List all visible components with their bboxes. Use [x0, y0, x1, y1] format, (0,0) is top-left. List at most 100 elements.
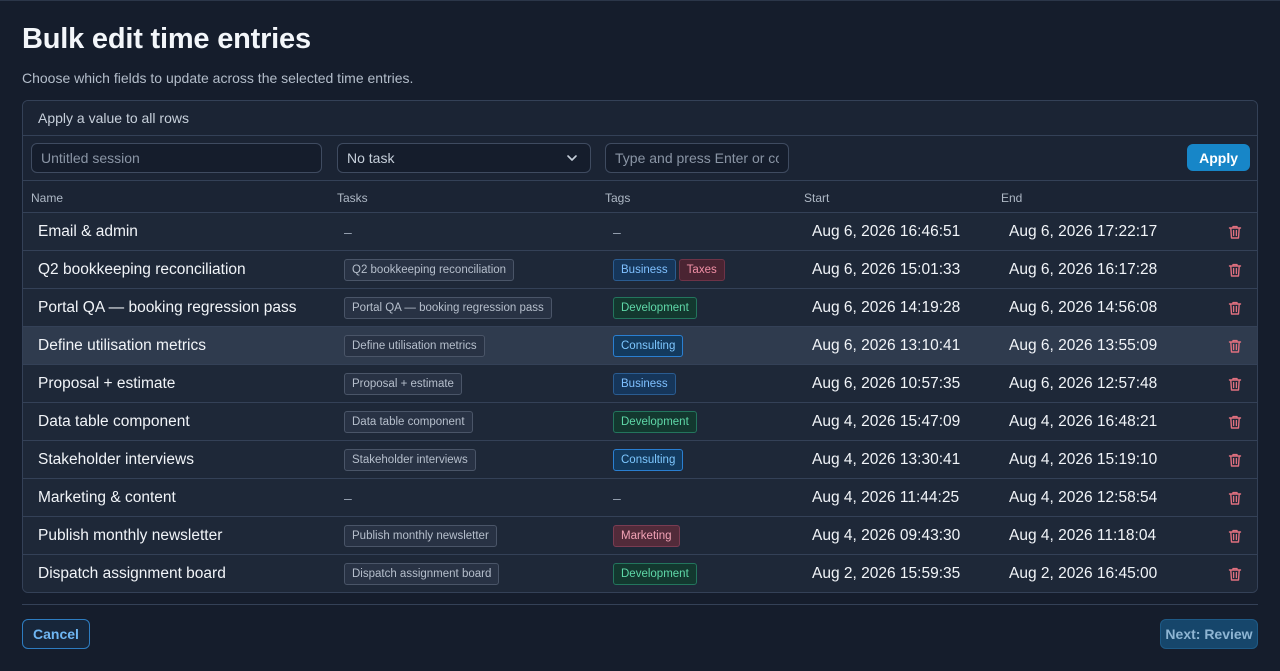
table-row[interactable]: Marketing & content – – Aug 4, 2026 11:44:2…	[23, 479, 1257, 517]
table-row[interactable]: Define utilisation metrics Define utilisa…	[23, 327, 1257, 365]
task-select[interactable]: No task	[337, 143, 591, 173]
delete-row-button[interactable]	[1227, 213, 1243, 250]
row-tags: Development	[613, 289, 697, 326]
delete-row-button[interactable]	[1227, 327, 1243, 364]
trash-icon	[1228, 225, 1242, 239]
row-start-time: Aug 6, 2026 16:46:51	[812, 222, 961, 240]
row-task: Stakeholder interviews	[344, 441, 476, 478]
column-header-name: Name	[31, 191, 64, 205]
tag-badge: Taxes	[678, 258, 725, 281]
row-start-time: Aug 6, 2026 13:10:41	[812, 336, 961, 354]
row-tags: Business	[613, 365, 676, 402]
row-name: Proposal + estimate	[38, 374, 176, 392]
page-subtitle: Choose which fields to update across the…	[22, 70, 414, 86]
row-tags: –	[613, 213, 621, 250]
row-end-time: Aug 4, 2026 12:58:54	[1009, 488, 1158, 506]
task-chip: Stakeholder interviews	[344, 448, 476, 471]
delete-row-button[interactable]	[1227, 403, 1243, 440]
empty-task-placeholder: –	[344, 489, 352, 506]
task-chip: Data table component	[344, 410, 473, 433]
row-start-time: Aug 6, 2026 14:19:28	[812, 298, 961, 316]
row-tags: Consulting	[613, 327, 684, 364]
row-name: Dispatch assignment board	[38, 564, 226, 582]
delete-row-button[interactable]	[1227, 441, 1243, 478]
tag-badge: Consulting	[613, 448, 684, 471]
table-row[interactable]: Dispatch assignment board Dispatch assign…	[23, 555, 1257, 592]
row-task: Portal QA — booking regression pass	[344, 289, 552, 326]
row-end-time: Aug 6, 2026 13:55:09	[1009, 336, 1158, 354]
row-task: –	[344, 479, 352, 516]
trash-icon	[1228, 529, 1242, 543]
table-row[interactable]: Stakeholder interviews Stakeholder interv…	[23, 441, 1257, 479]
row-start-time: Aug 4, 2026 15:47:09	[812, 412, 961, 430]
tag-badge: Business	[613, 372, 676, 395]
task-chip: Publish monthly newsletter	[344, 524, 497, 547]
row-task: –	[344, 213, 352, 250]
row-name: Publish monthly newsletter	[38, 526, 223, 544]
tag-badge: Development	[613, 296, 697, 319]
trash-icon	[1228, 491, 1242, 505]
bulk-edit-panel: Apply a value to all rows No task Apply …	[22, 100, 1258, 593]
tag-badge: Business	[613, 258, 676, 281]
table-row[interactable]: Publish monthly newsletter Publish monthl…	[23, 517, 1257, 555]
row-end-time: Aug 4, 2026 16:48:21	[1009, 412, 1158, 430]
table-row[interactable]: Proposal + estimate Proposal + estimate Bu…	[23, 365, 1257, 403]
trash-icon	[1228, 415, 1242, 429]
row-start-time: Aug 2, 2026 15:59:35	[812, 564, 961, 582]
column-header-tags: Tags	[605, 191, 631, 205]
row-name: Portal QA — booking regression pass	[38, 298, 297, 316]
row-name: Email & admin	[38, 222, 138, 240]
row-task: Proposal + estimate	[344, 365, 462, 402]
tag-badge: Development	[613, 562, 697, 585]
row-name: Q2 bookkeeping reconciliation	[38, 260, 246, 278]
trash-icon	[1228, 567, 1242, 581]
next-review-button[interactable]: Next: Review	[1160, 619, 1258, 649]
name-input[interactable]	[31, 143, 322, 173]
row-task: Publish monthly newsletter	[344, 517, 497, 554]
table-row[interactable]: Q2 bookkeeping reconciliation Q2 bookkeep…	[23, 251, 1257, 289]
column-header-tasks: Tasks	[337, 191, 368, 205]
tag-badge: Consulting	[613, 334, 684, 357]
row-end-time: Aug 4, 2026 11:18:04	[1009, 526, 1157, 544]
apply-button[interactable]: Apply	[1187, 144, 1250, 171]
delete-row-button[interactable]	[1227, 365, 1243, 402]
trash-icon	[1228, 453, 1242, 467]
table-row[interactable]: Portal QA — booking regression pass Porta…	[23, 289, 1257, 327]
column-header-end: End	[1001, 191, 1023, 205]
row-name: Marketing & content	[38, 488, 176, 506]
row-task: Q2 bookkeeping reconciliation	[344, 251, 515, 288]
empty-tags-placeholder: –	[613, 223, 621, 240]
delete-row-button[interactable]	[1227, 289, 1243, 326]
table-body: Email & admin – – Aug 6, 2026 16:46:51 Aug 6…	[23, 213, 1257, 592]
footer-divider	[22, 604, 1258, 605]
row-start-time: Aug 6, 2026 10:57:35	[812, 374, 961, 392]
empty-task-placeholder: –	[344, 223, 352, 240]
delete-row-button[interactable]	[1227, 517, 1243, 554]
delete-row-button[interactable]	[1227, 479, 1243, 516]
row-tags: Development	[613, 555, 697, 592]
table-row[interactable]: Data table component Data table component…	[23, 403, 1257, 441]
row-tags: Business Taxes	[613, 251, 725, 288]
task-chip: Portal QA — booking regression pass	[344, 296, 552, 319]
row-start-time: Aug 4, 2026 09:43:30	[812, 526, 961, 544]
page-title: Bulk edit time entries	[22, 23, 311, 55]
chevron-down-icon	[567, 155, 577, 161]
tag-badge: Development	[613, 410, 697, 433]
row-start-time: Aug 4, 2026 13:30:41	[812, 450, 961, 468]
row-end-time: Aug 6, 2026 14:56:08	[1009, 298, 1158, 316]
table-row[interactable]: Email & admin – – Aug 6, 2026 16:46:51 Aug 6…	[23, 213, 1257, 251]
task-chip: Dispatch assignment board	[344, 562, 500, 585]
tags-input[interactable]	[605, 143, 789, 173]
row-name: Define utilisation metrics	[38, 336, 206, 354]
task-chip: Proposal + estimate	[344, 372, 462, 395]
row-tags: Consulting	[613, 441, 684, 478]
cancel-button[interactable]: Cancel	[22, 619, 90, 649]
delete-row-button[interactable]	[1227, 251, 1243, 288]
row-name: Stakeholder interviews	[38, 450, 194, 468]
trash-icon	[1228, 263, 1242, 277]
row-task: Define utilisation metrics	[344, 327, 485, 364]
row-name: Data table component	[38, 412, 190, 430]
row-start-time: Aug 6, 2026 15:01:33	[812, 260, 961, 278]
delete-row-button[interactable]	[1227, 555, 1243, 592]
trash-icon	[1228, 339, 1242, 353]
